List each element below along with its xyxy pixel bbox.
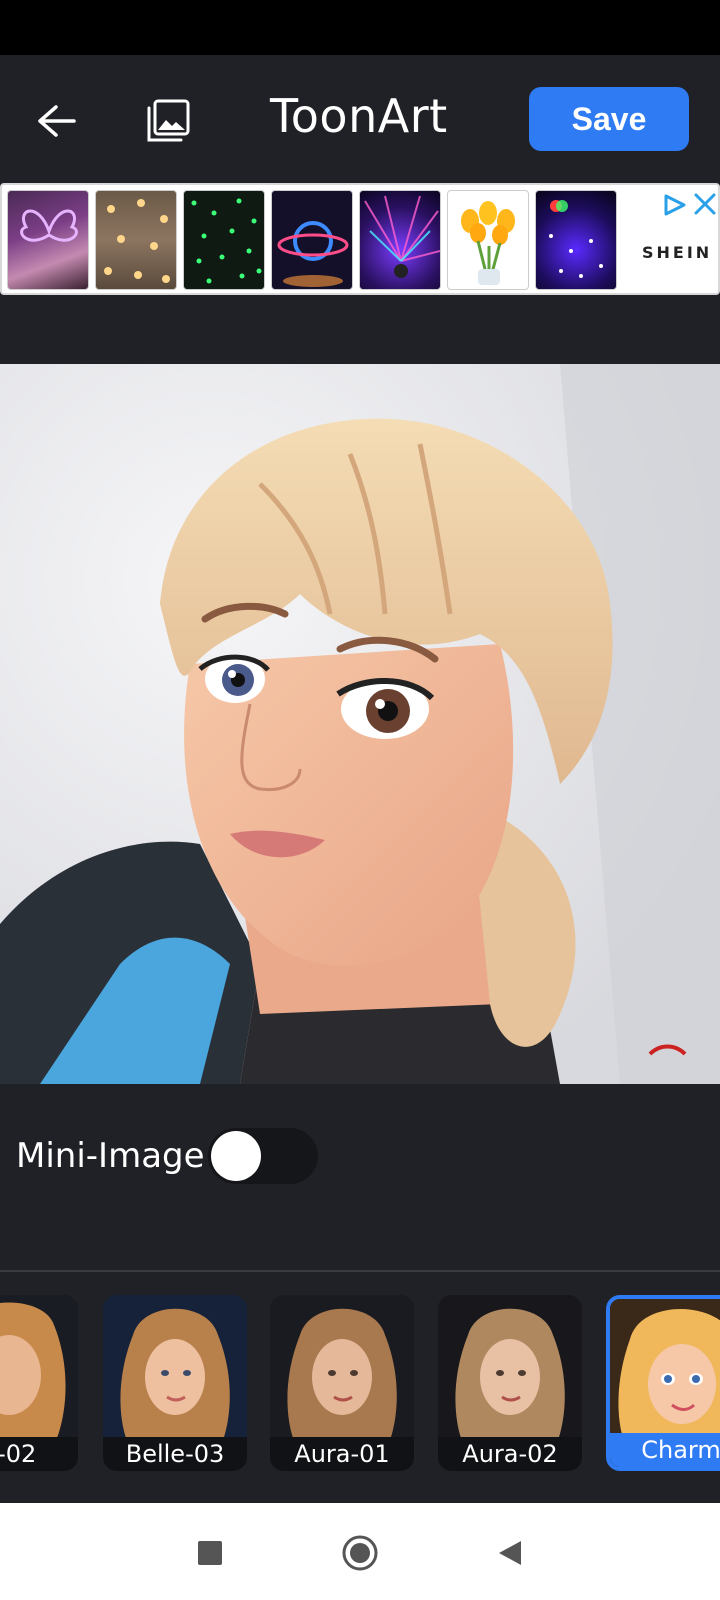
style-caption: le-02: [0, 1437, 78, 1471]
top-toolbar: ToonArt Save: [0, 55, 720, 183]
style-caption: Belle-03: [103, 1437, 247, 1471]
ad-close-button[interactable]: [692, 191, 718, 217]
ad-image-neon-planet[interactable]: [271, 190, 353, 290]
home-button[interactable]: [338, 1531, 382, 1575]
style-carousel[interactable]: le-02 Belle-03 Aura-01 Aura-02: [0, 1295, 720, 1475]
ad-image-tulips[interactable]: [447, 190, 529, 290]
mini-image-label: Mini-Image: [16, 1136, 205, 1176]
cartoon-portrait-image: [0, 364, 720, 1084]
home-circle-icon: [342, 1535, 378, 1571]
ad-image-star-lights[interactable]: [95, 190, 177, 290]
mini-image-row: Mini-Image: [16, 1128, 318, 1184]
arrow-left-icon: [38, 105, 76, 137]
style-caption: Charm: [610, 1433, 720, 1467]
back-button[interactable]: [30, 95, 82, 147]
ad-brand-label: SHEIN: [642, 243, 713, 262]
save-button[interactable]: Save: [529, 87, 689, 151]
toon-image-canvas[interactable]: [0, 364, 720, 1084]
style-item[interactable]: Belle-03: [103, 1295, 247, 1471]
system-nav-bar: [0, 1503, 720, 1600]
triangle-back-icon: [499, 1541, 521, 1565]
style-item[interactable]: le-02: [0, 1295, 78, 1471]
style-item-selected[interactable]: Charm: [606, 1295, 720, 1471]
square-icon: [198, 1541, 222, 1565]
recent-apps-button[interactable]: [188, 1531, 232, 1575]
mini-image-toggle[interactable]: [208, 1128, 318, 1184]
ad-banner[interactable]: SHEIN: [0, 183, 720, 295]
app-title: ToonArt: [270, 89, 448, 143]
style-item[interactable]: Aura-02: [438, 1295, 582, 1471]
toggle-knob: [211, 1131, 261, 1181]
ad-image-disco-lights[interactable]: [359, 190, 441, 290]
back-nav-button[interactable]: [488, 1531, 532, 1575]
gallery-button[interactable]: [140, 93, 196, 149]
style-caption: Aura-01: [270, 1437, 414, 1471]
status-bar: [0, 0, 720, 55]
gallery-icon: [147, 99, 190, 142]
divider: [0, 1270, 720, 1272]
style-item[interactable]: Aura-01: [270, 1295, 414, 1471]
ad-image-glow-stars[interactable]: [183, 190, 265, 290]
ad-choices-button[interactable]: [662, 193, 688, 217]
ad-image-butterfly-lamp[interactable]: [7, 190, 89, 290]
ad-choices-icon: [664, 194, 686, 216]
ad-image-disco-ball[interactable]: [535, 190, 617, 290]
close-icon: [694, 193, 716, 215]
style-caption: Aura-02: [438, 1437, 582, 1471]
